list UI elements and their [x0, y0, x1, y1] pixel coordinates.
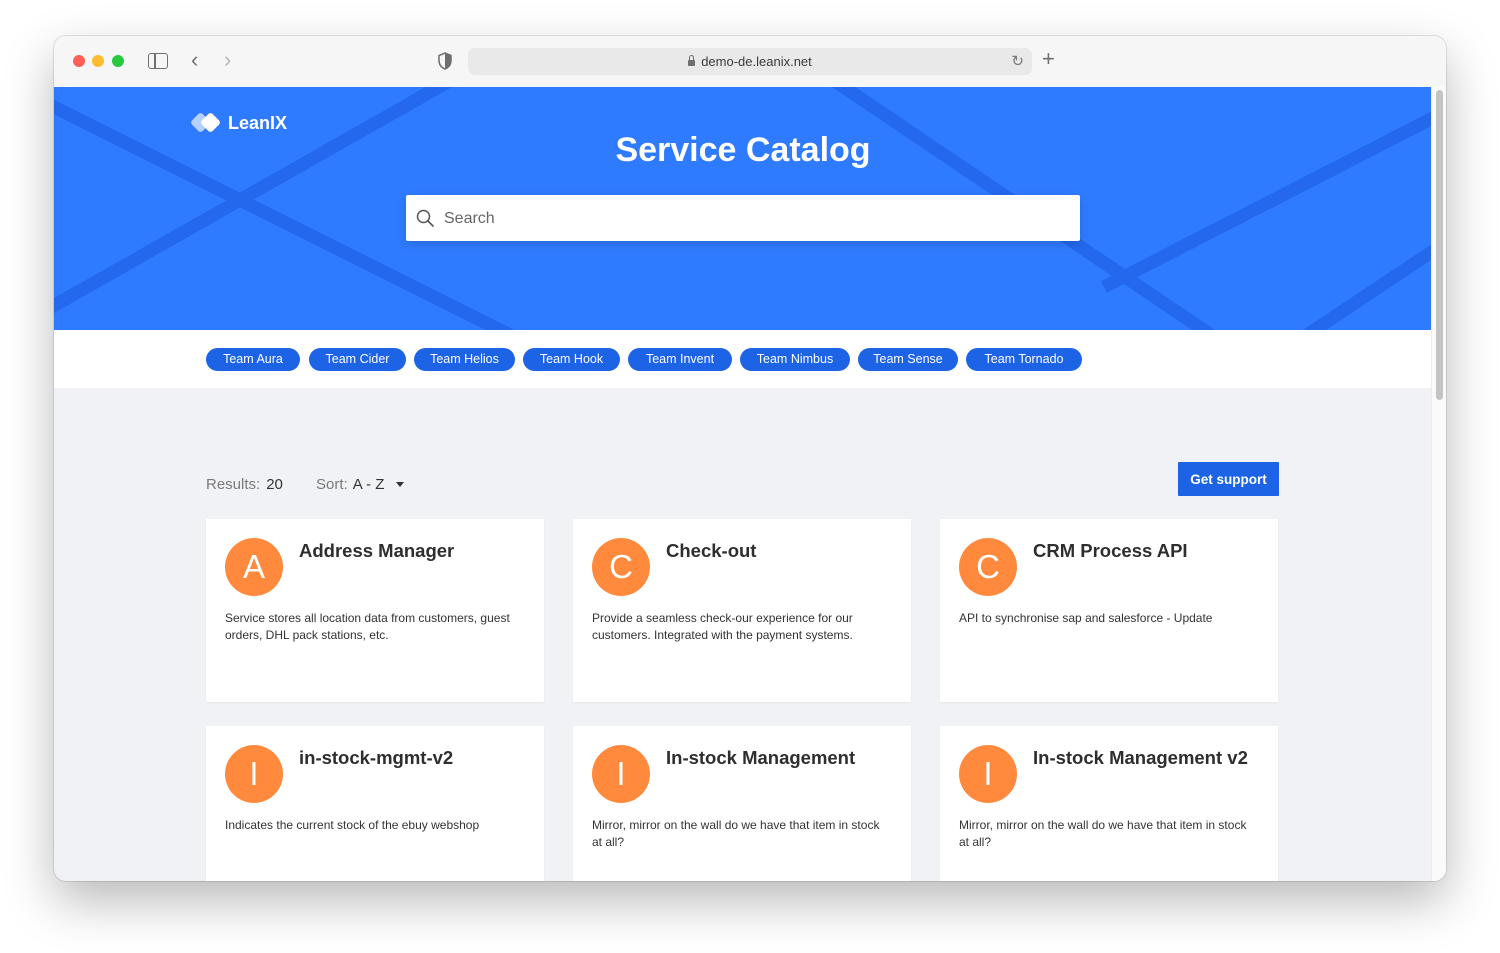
service-name: Check-out: [666, 540, 757, 561]
service-description: API to synchronise sap and salesforce - …: [959, 611, 1213, 625]
team-filter-bar: Team Aura Team Cider Team Helios Team Ho…: [54, 330, 1432, 388]
search-box: [406, 195, 1080, 243]
close-window-button[interactable]: [73, 55, 85, 67]
new-tab-icon[interactable]: +: [1042, 47, 1055, 71]
sidebar-toggle-icon[interactable]: [148, 53, 168, 69]
service-card[interactable]: A Address Manager Service stores all loc…: [206, 519, 544, 702]
results-section: Results: 20 Sort: A - Z Get support A Addr…: [54, 388, 1432, 881]
service-name: CRM Process API: [1033, 540, 1188, 561]
service-name: Address Manager: [299, 540, 455, 561]
team-chip-nimbus[interactable]: Team Nimbus: [740, 348, 850, 371]
service-name: In-stock Management v2: [1033, 747, 1248, 768]
url-text: demo-de.leanix.net: [701, 54, 812, 69]
service-avatar: I: [959, 745, 1017, 803]
service-name: In-stock Management: [666, 747, 856, 768]
results-label: Results:: [206, 476, 261, 493]
service-card[interactable]: C Check-out Provide a seamless check-our…: [573, 519, 911, 702]
service-description: Provide a seamless check-our experience …: [592, 611, 853, 642]
service-avatar: I: [225, 745, 283, 803]
forward-icon[interactable]: ›: [224, 48, 231, 72]
service-card[interactable]: I In-stock Management Mirror, mirror on …: [573, 726, 911, 881]
service-name: in-stock-mgmt-v2: [299, 747, 454, 768]
search-icon: [416, 209, 434, 227]
service-card[interactable]: I In-stock Management v2 Mirror, mirror …: [940, 726, 1278, 881]
lock-icon: [688, 55, 696, 66]
team-chip-cider[interactable]: Team Cider: [309, 348, 406, 371]
service-avatar: I: [592, 745, 650, 803]
page-content: LeanIX Service Catalog Team Aura Team Ci…: [54, 87, 1432, 881]
page-title: Service Catalog: [615, 131, 871, 169]
service-description: Mirror, mirror on the wall do we have th…: [959, 818, 1247, 849]
service-avatar: C: [959, 538, 1017, 596]
service-avatar: A: [225, 538, 283, 596]
get-support-button[interactable]: Get support: [1178, 462, 1279, 496]
team-chip-helios[interactable]: Team Helios: [414, 348, 515, 371]
back-icon[interactable]: ‹: [191, 48, 198, 72]
sort-value: A - Z: [352, 476, 385, 493]
service-card[interactable]: C CRM Process API API to synchronise sap…: [940, 519, 1278, 702]
shield-icon[interactable]: [438, 52, 452, 70]
zoom-window-button[interactable]: [112, 55, 124, 67]
team-chip-aura[interactable]: Team Aura: [206, 348, 300, 371]
team-chip-invent[interactable]: Team Invent: [628, 348, 732, 371]
browser-toolbar: ‹ › demo-de.leanix.net ↻ +: [54, 36, 1446, 88]
minimize-window-button[interactable]: [92, 55, 104, 67]
scrollbar-thumb[interactable]: [1436, 90, 1443, 400]
hero-banner: LeanIX Service Catalog: [54, 87, 1432, 330]
address-bar[interactable]: demo-de.leanix.net ↻: [468, 48, 1032, 75]
browser-window: ‹ › demo-de.leanix.net ↻ + LeanIX Servic…: [54, 36, 1446, 881]
caret-down-icon: [396, 482, 405, 487]
service-avatar: C: [592, 538, 650, 596]
service-description: Service stores all location data from cu…: [225, 611, 510, 642]
service-card[interactable]: I in-stock-mgmt-v2 Indicates the current…: [206, 726, 544, 881]
service-description: Indicates the current stock of the ebuy …: [225, 818, 480, 832]
sort-dropdown[interactable]: Sort: A - Z: [316, 476, 405, 493]
reload-icon[interactable]: ↻: [1011, 52, 1024, 70]
sort-label: Sort:: [316, 476, 348, 493]
team-chip-tornado[interactable]: Team Tornado: [966, 348, 1082, 371]
results-value: 20: [266, 476, 283, 493]
team-chip-sense[interactable]: Team Sense: [858, 348, 958, 371]
service-description: Mirror, mirror on the wall do we have th…: [592, 818, 880, 849]
search-input[interactable]: [442, 195, 1066, 243]
results-count: Results: 20: [206, 476, 283, 493]
team-chip-hook[interactable]: Team Hook: [523, 348, 620, 371]
